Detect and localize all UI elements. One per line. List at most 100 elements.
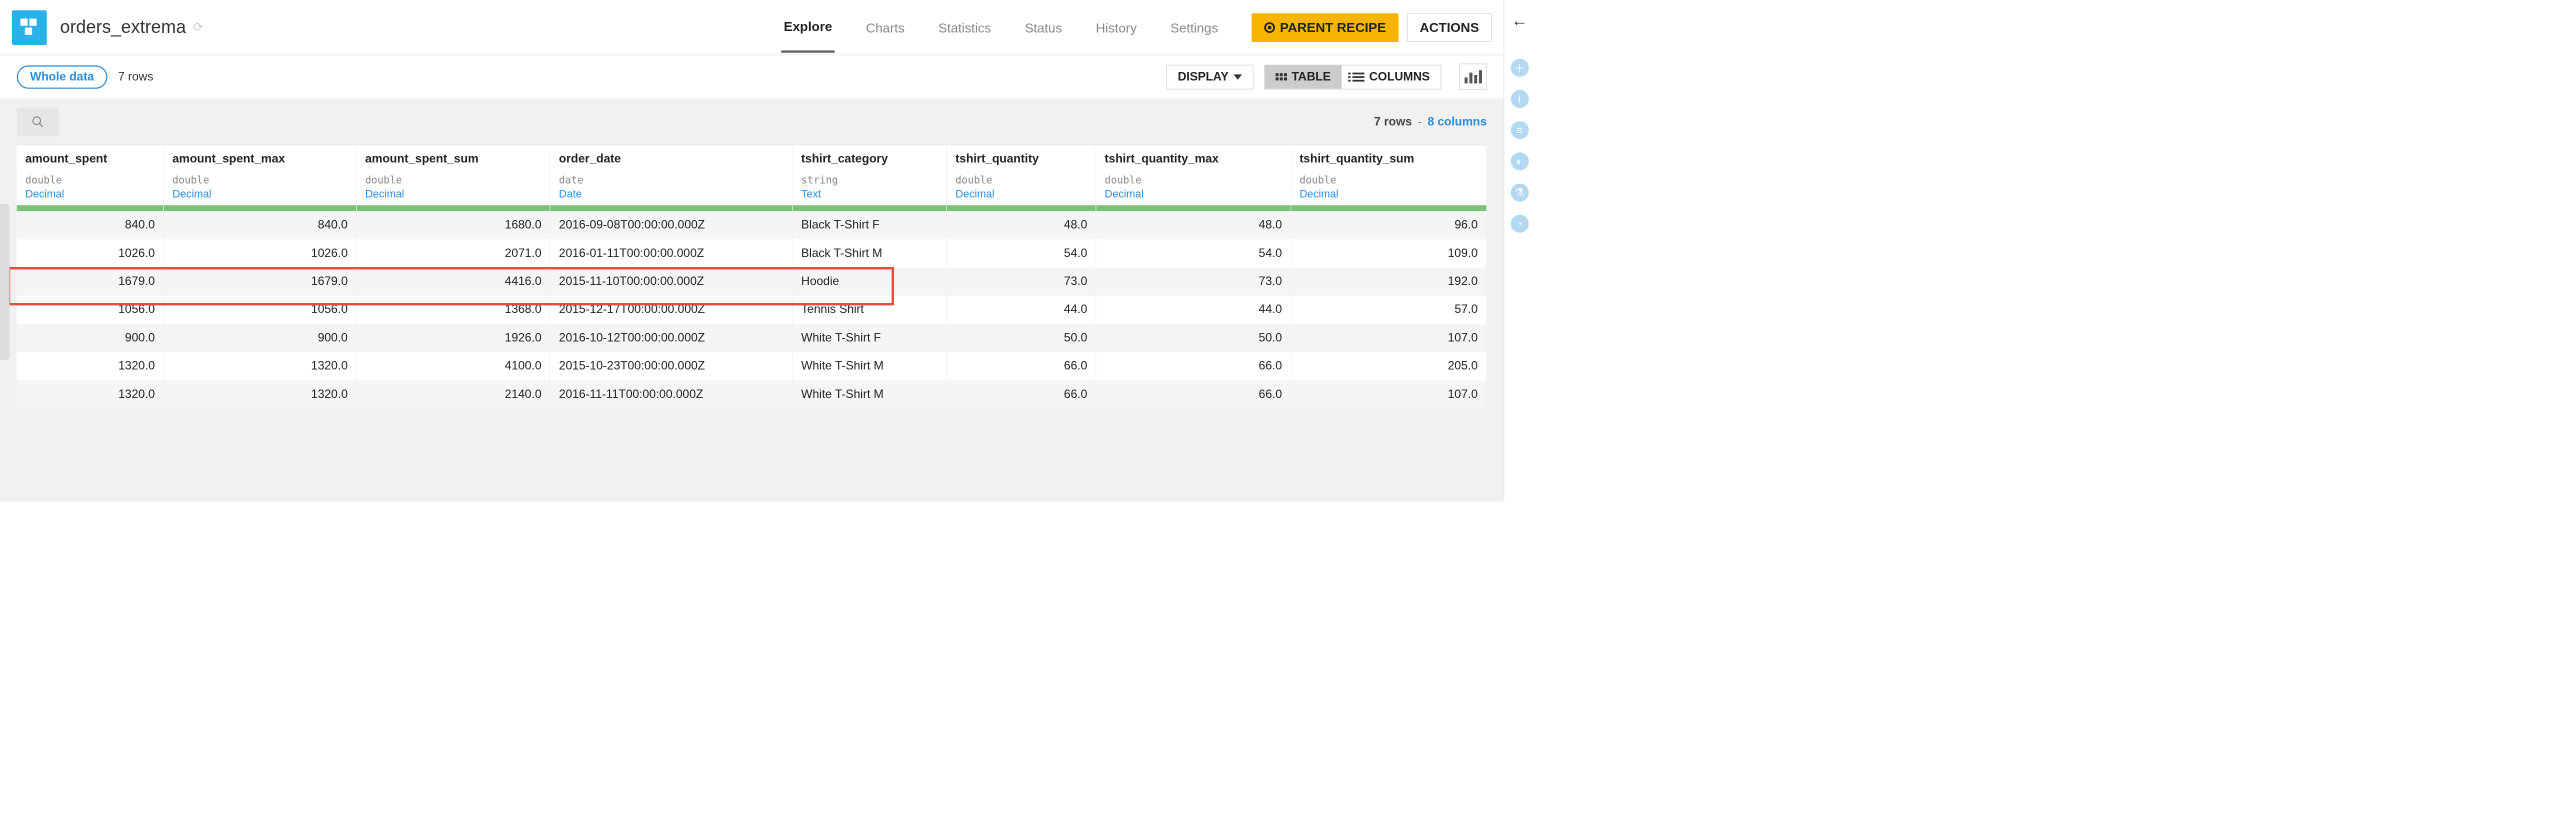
cell[interactable]: 900.0 xyxy=(164,324,357,352)
col-header-tshirt_quantity[interactable]: tshirt_quantity xyxy=(947,145,1096,174)
cell[interactable]: 1679.0 xyxy=(164,268,357,296)
tab-explore[interactable]: Explore xyxy=(781,2,834,52)
cell[interactable]: White T-Shirt M xyxy=(792,380,946,408)
cell[interactable]: 2015-10-23T00:00:00.000Z xyxy=(550,352,792,380)
parent-recipe-button[interactable]: PARENT RECIPE xyxy=(1252,13,1399,42)
rail-add-icon[interactable]: ＋ xyxy=(1511,59,1529,77)
cell[interactable]: 2015-11-10T00:00:00.000Z xyxy=(550,268,792,296)
cell[interactable]: White T-Shirt M xyxy=(792,352,946,380)
rail-info-icon[interactable]: i xyxy=(1511,90,1529,108)
cell[interactable]: 96.0 xyxy=(1291,211,1487,239)
cell[interactable]: 44.0 xyxy=(947,296,1096,324)
tab-statistics[interactable]: Statistics xyxy=(936,3,994,51)
col-meaning[interactable]: Decimal xyxy=(947,188,1096,205)
table-view-toggle[interactable]: TABLE xyxy=(1265,65,1342,88)
col-header-tshirt_quantity_max[interactable]: tshirt_quantity_max xyxy=(1096,145,1291,174)
col-header-tshirt_category[interactable]: tshirt_category xyxy=(792,145,946,174)
cell[interactable]: 50.0 xyxy=(947,324,1096,352)
cell[interactable]: 4100.0 xyxy=(356,352,550,380)
col-meaning[interactable]: Decimal xyxy=(164,188,357,205)
table-row[interactable]: 1056.01056.01368.02015-12-17T00:00:00.00… xyxy=(17,296,1487,324)
cell[interactable]: Black T-Shirt M xyxy=(792,239,946,267)
cell[interactable]: 50.0 xyxy=(1096,324,1291,352)
tab-history[interactable]: History xyxy=(1093,3,1139,51)
col-header-amount_spent_max[interactable]: amount_spent_max xyxy=(164,145,357,174)
table-row[interactable]: 900.0900.01926.02016-10-12T00:00:00.000Z… xyxy=(17,324,1487,352)
rail-list-icon[interactable]: ≡ xyxy=(1511,121,1529,139)
cell[interactable]: 1320.0 xyxy=(164,380,357,408)
cell[interactable]: 1320.0 xyxy=(17,380,164,408)
cell[interactable]: 66.0 xyxy=(947,380,1096,408)
refresh-icon[interactable]: ⟳ xyxy=(193,20,203,35)
tab-charts[interactable]: Charts xyxy=(863,3,907,51)
cell[interactable]: 48.0 xyxy=(947,211,1096,239)
cell[interactable]: 2071.0 xyxy=(356,239,550,267)
col-meaning[interactable]: Text xyxy=(792,188,946,205)
col-header-amount_spent[interactable]: amount_spent xyxy=(17,145,164,174)
cell[interactable]: 107.0 xyxy=(1291,324,1487,352)
col-meaning[interactable]: Decimal xyxy=(356,188,550,205)
cell[interactable]: 57.0 xyxy=(1291,296,1487,324)
back-arrow-icon[interactable]: ← xyxy=(1511,11,1528,30)
cell[interactable]: 66.0 xyxy=(947,352,1096,380)
cell[interactable]: 66.0 xyxy=(1096,380,1291,408)
cell[interactable]: 1320.0 xyxy=(164,352,357,380)
cell[interactable]: 1026.0 xyxy=(17,239,164,267)
rail-lab-icon[interactable]: ⚗ xyxy=(1511,184,1529,202)
cell[interactable]: 900.0 xyxy=(17,324,164,352)
cell[interactable]: 54.0 xyxy=(947,239,1096,267)
table-row[interactable]: 1320.01320.02140.02016-11-11T00:00:00.00… xyxy=(17,380,1487,408)
cell[interactable]: 1679.0 xyxy=(17,268,164,296)
table-row[interactable]: 1679.01679.04416.02015-11-10T00:00:00.00… xyxy=(17,268,1487,296)
cell[interactable]: White T-Shirt F xyxy=(792,324,946,352)
left-panel-handle[interactable] xyxy=(0,204,10,360)
cell[interactable]: 2016-10-12T00:00:00.000Z xyxy=(550,324,792,352)
cell[interactable]: 2016-11-11T00:00:00.000Z xyxy=(550,380,792,408)
display-button[interactable]: DISPLAY xyxy=(1166,65,1253,90)
cell[interactable]: 1680.0 xyxy=(356,211,550,239)
actions-button[interactable]: ACTIONS xyxy=(1407,13,1492,42)
filter-pill[interactable]: Whole data xyxy=(17,65,107,88)
cell[interactable]: 2016-09-08T00:00:00.000Z xyxy=(550,211,792,239)
rail-history-icon[interactable]: ◔ xyxy=(1511,215,1529,233)
cell[interactable]: 1368.0 xyxy=(356,296,550,324)
cell[interactable]: 109.0 xyxy=(1291,239,1487,267)
table-row[interactable]: 1320.01320.04100.02015-10-23T00:00:00.00… xyxy=(17,352,1487,380)
cell[interactable]: 1320.0 xyxy=(17,352,164,380)
cell[interactable]: 840.0 xyxy=(17,211,164,239)
cell[interactable]: Hoodie xyxy=(792,268,946,296)
cell[interactable]: 48.0 xyxy=(1096,211,1291,239)
col-meaning[interactable]: Decimal xyxy=(1291,188,1487,205)
cell[interactable]: 2015-12-17T00:00:00.000Z xyxy=(550,296,792,324)
search-button[interactable] xyxy=(17,107,59,136)
cell[interactable]: 1926.0 xyxy=(356,324,550,352)
cell[interactable]: 54.0 xyxy=(1096,239,1291,267)
meta-columns[interactable]: 8 columns xyxy=(1427,115,1486,128)
cell[interactable]: 2140.0 xyxy=(356,380,550,408)
table-row[interactable]: 840.0840.01680.02016-09-08T00:00:00.000Z… xyxy=(17,211,1487,239)
cell[interactable]: 1026.0 xyxy=(164,239,357,267)
col-header-amount_spent_sum[interactable]: amount_spent_sum xyxy=(356,145,550,174)
col-meaning[interactable]: Decimal xyxy=(17,188,164,205)
cell[interactable]: Black T-Shirt F xyxy=(792,211,946,239)
table-row[interactable]: 1026.01026.02071.02016-01-11T00:00:00.00… xyxy=(17,239,1487,267)
tab-status[interactable]: Status xyxy=(1022,3,1064,51)
cell[interactable]: Tennis Shirt xyxy=(792,296,946,324)
cell[interactable]: 107.0 xyxy=(1291,380,1487,408)
col-meaning[interactable]: Decimal xyxy=(1096,188,1291,205)
col-header-tshirt_quantity_sum[interactable]: tshirt_quantity_sum xyxy=(1291,145,1487,174)
cell[interactable]: 840.0 xyxy=(164,211,357,239)
cell[interactable]: 192.0 xyxy=(1291,268,1487,296)
col-header-order_date[interactable]: order_date xyxy=(550,145,792,174)
cell[interactable]: 73.0 xyxy=(1096,268,1291,296)
cell[interactable]: 4416.0 xyxy=(356,268,550,296)
cell[interactable]: 1056.0 xyxy=(17,296,164,324)
cell[interactable]: 2016-01-11T00:00:00.000Z xyxy=(550,239,792,267)
cell[interactable]: 44.0 xyxy=(1096,296,1291,324)
cell[interactable]: 205.0 xyxy=(1291,352,1487,380)
cell[interactable]: 73.0 xyxy=(947,268,1096,296)
chart-button[interactable] xyxy=(1459,64,1487,90)
rail-chat-icon[interactable]: ◐ xyxy=(1511,152,1529,170)
cell[interactable]: 66.0 xyxy=(1096,352,1291,380)
columns-view-toggle[interactable]: COLUMNS xyxy=(1342,65,1441,88)
